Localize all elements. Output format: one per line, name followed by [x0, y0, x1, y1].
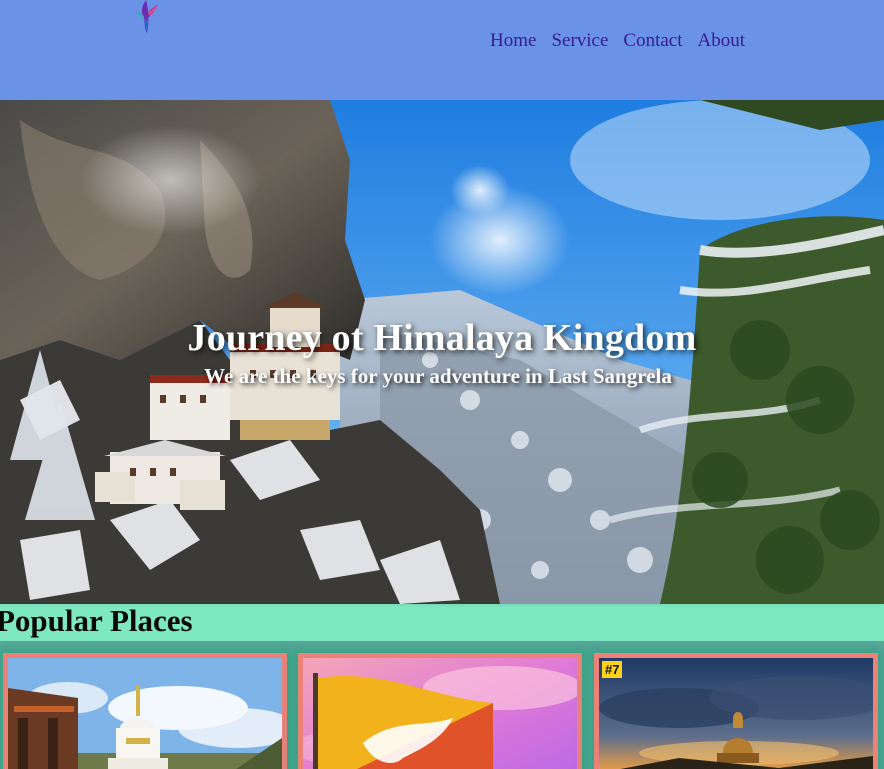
hero-banner: Journey ot Himalaya Kingdom We are the k…: [0, 100, 884, 604]
main-nav: Home Service Contact About: [490, 30, 760, 52]
nav-about-link[interactable]: About: [698, 30, 746, 52]
hummingbird-logo-icon[interactable]: [132, 0, 162, 34]
page: Home Service Contact About Journey ot Hi…: [0, 0, 884, 769]
bhutan-flag-image: [303, 658, 577, 769]
nav-contact-link[interactable]: Contact: [623, 30, 682, 52]
nav-home-link[interactable]: Home: [490, 30, 536, 52]
place-card[interactable]: [3, 653, 287, 769]
hero-title: Journey ot Himalaya Kingdom: [187, 317, 697, 359]
section-heading: Popular Places: [0, 603, 193, 638]
stupa-image: [8, 658, 282, 769]
hero-subtitle: We are the keys for your adventure in La…: [204, 364, 672, 388]
site-header: Home Service Contact About: [0, 0, 884, 100]
place-card[interactable]: [298, 653, 582, 769]
rank-badge: #7: [602, 661, 623, 678]
nav-service-link[interactable]: Service: [551, 30, 608, 52]
buddha-statue-image: [599, 658, 873, 769]
place-card[interactable]: #7: [594, 653, 878, 769]
